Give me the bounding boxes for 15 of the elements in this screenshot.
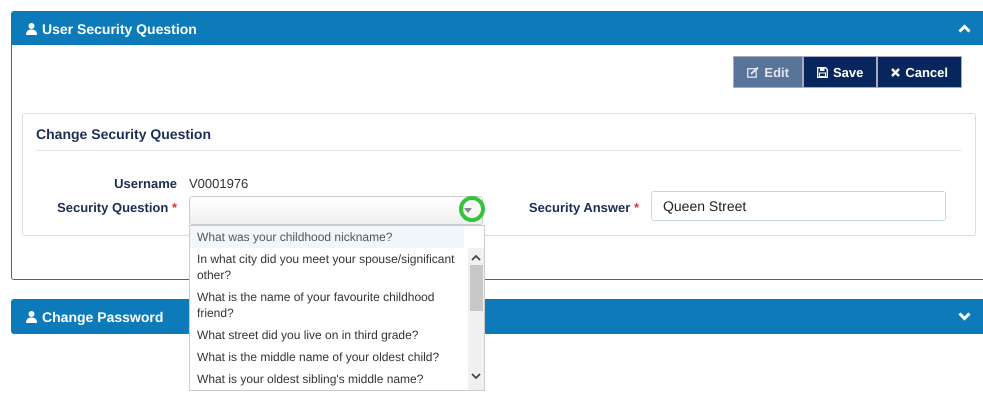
dropdown-option[interactable]: What was your childhood nickname? [190, 226, 464, 248]
answer-field[interactable]: Queen Street [651, 191, 946, 221]
field-label: Security Answer * [528, 200, 640, 215]
save-button[interactable]: Save [802, 56, 878, 88]
panel-title: Change Password [42, 308, 164, 324]
panel-header[interactable]: User Security Question [12, 12, 983, 45]
field-label: Username [113, 176, 178, 191]
card-title: Change Security Question [36, 114, 962, 151]
username-value: V0001976 [189, 176, 248, 191]
dropdown-option[interactable]: What is your oldest sibling's middle name? [190, 368, 464, 390]
cancel-button[interactable]: Cancel [877, 56, 962, 88]
dropdown-option[interactable]: In what city did you meet your spouse/significant other? [190, 248, 464, 286]
field-label: Security Question * [56, 200, 178, 215]
panel-title: User Security Question [42, 20, 197, 36]
dropdown-option[interactable]: What is the middle name of your oldest child? [190, 346, 464, 368]
